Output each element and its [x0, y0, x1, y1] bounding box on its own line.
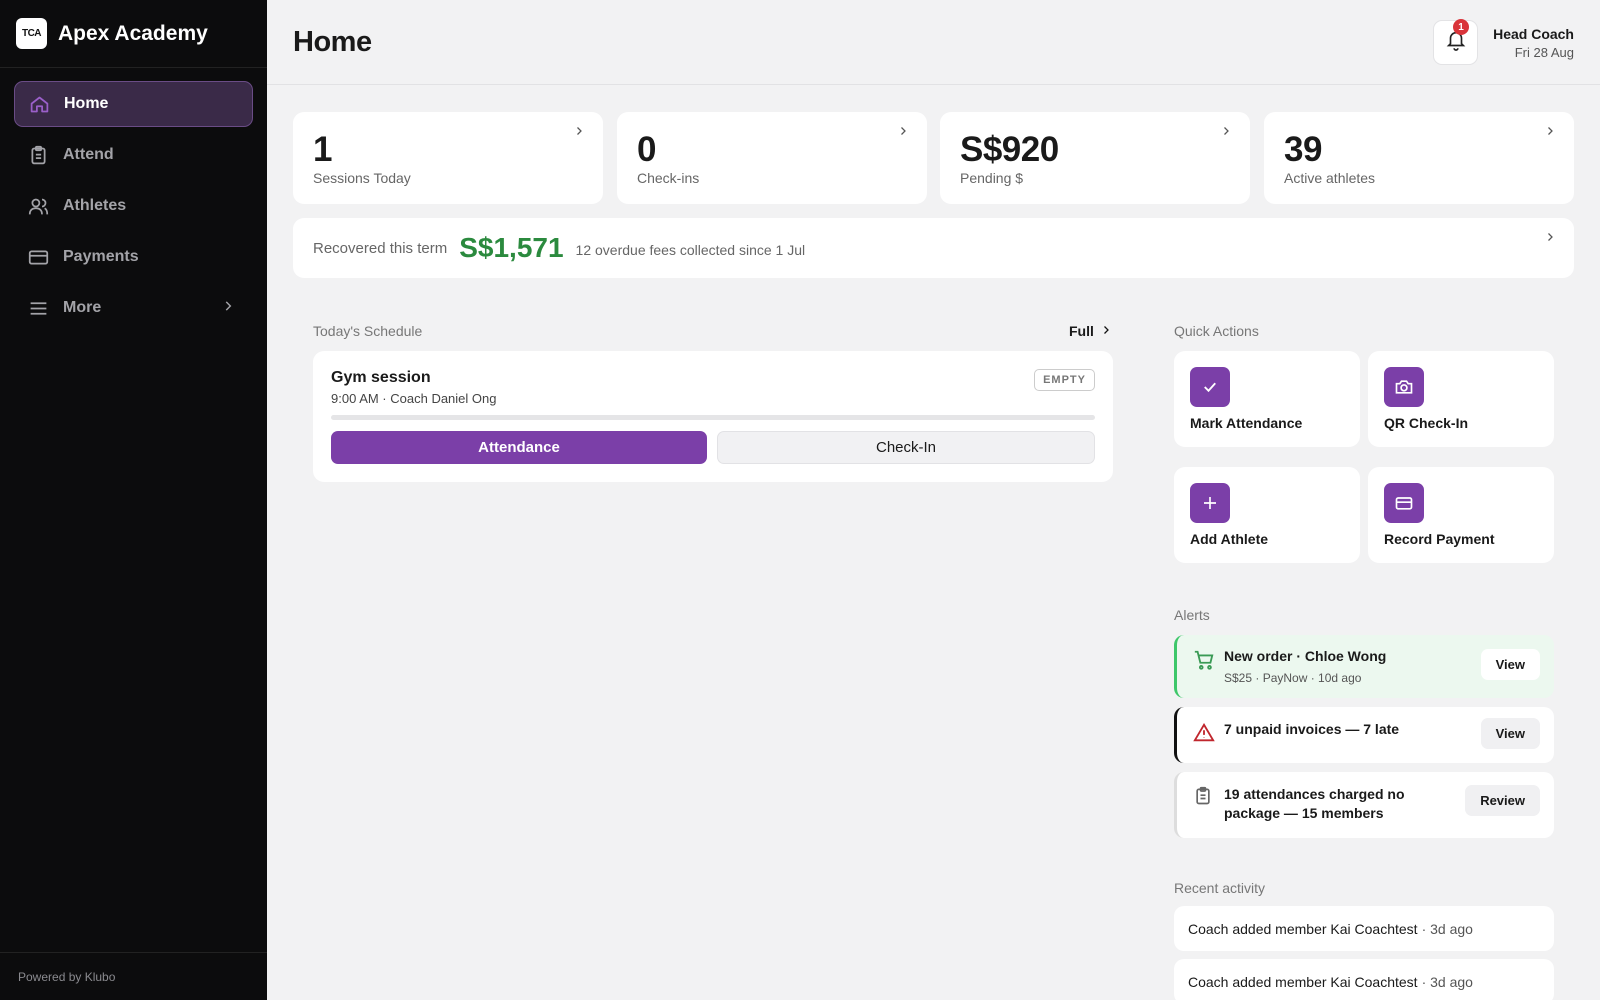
sidebar-item-label: More [63, 299, 102, 316]
chevron-right-icon [1544, 230, 1556, 248]
recovered-amount: S$1,571 [459, 232, 564, 263]
add-athlete-action[interactable]: Add Athlete [1174, 467, 1360, 563]
activity-item: Coach added member Kai Coachtest · 3d ag… [1174, 906, 1554, 951]
powered-by: Powered by Klubo [0, 952, 267, 1000]
alert-unpaid-invoices: 7 unpaid invoices — 7 late View [1174, 707, 1554, 763]
cart-icon [1193, 649, 1215, 676]
chevron-right-icon [573, 124, 585, 142]
attendance-button[interactable]: Attendance [331, 431, 707, 464]
header: Home 1 Head Coach Fri 28 Aug [267, 0, 1600, 85]
sidebar-item-attend[interactable]: Attend [14, 132, 253, 178]
stat-value: 1 [313, 130, 332, 169]
credit-card-icon [27, 246, 49, 268]
action-label: Mark Attendance [1190, 415, 1303, 431]
recovered-label: Recovered this term [313, 239, 448, 257]
activity-time: · 3d ago [1421, 920, 1473, 937]
full-schedule-label: Full [1069, 323, 1094, 339]
stat-label: Sessions Today [313, 170, 411, 186]
alert-title: 7 unpaid invoices — 7 late [1224, 721, 1400, 737]
check-in-button[interactable]: Check-In [717, 431, 1095, 464]
action-label: Add Athlete [1190, 531, 1269, 547]
recovered-description: 12 overdue fees collected since 1 Jul [575, 242, 806, 258]
page-title: Home [293, 26, 372, 58]
sidebar-item-label: Athletes [63, 197, 127, 214]
sidebar-item-payments[interactable]: Payments [14, 234, 253, 280]
view-order-button[interactable]: View [1480, 649, 1540, 680]
users-icon [27, 195, 49, 217]
session-card: Gym session 9:00 AM · Coach Daniel Ong E… [313, 351, 1113, 482]
camera-icon [1384, 367, 1424, 407]
user-info[interactable]: Head Coach Fri 28 Aug [1493, 26, 1574, 60]
brand[interactable]: TCA Apex Academy [0, 0, 267, 68]
sidebar-item-label: Home [64, 95, 109, 112]
session-title: Gym session [331, 369, 431, 386]
warning-icon [1193, 722, 1215, 749]
action-label: QR Check-In [1384, 415, 1469, 431]
schedule-section-title: Today's Schedule [313, 323, 423, 339]
credit-card-icon [1384, 483, 1424, 523]
stat-value: S$920 [960, 130, 1059, 169]
alert-no-package: 19 attendances charged no package — 15 m… [1174, 772, 1554, 838]
qr-check-in-action[interactable]: QR Check-In [1368, 351, 1554, 447]
session-subtitle: 9:00 AM · Coach Daniel Ong [331, 391, 497, 406]
chevron-right-icon [1100, 323, 1112, 339]
stat-label: Check-ins [637, 170, 700, 186]
notifications-button[interactable]: 1 [1433, 19, 1478, 65]
user-name: Head Coach [1493, 26, 1574, 42]
stat-card-checkins[interactable]: 0 Check-ins [617, 112, 927, 204]
recent-activity-title: Recent activity [1174, 880, 1266, 896]
view-invoices-button[interactable]: View [1480, 718, 1540, 749]
activity-text: Coach added member Kai Coachtest [1188, 973, 1418, 990]
sidebar-item-label: Attend [63, 146, 114, 163]
alert-subtitle: S$25 · PayNow · 10d ago [1224, 671, 1362, 685]
stat-card-sessions[interactable]: 1 Sessions Today [293, 112, 603, 204]
sidebar-item-athletes[interactable]: Athletes [14, 183, 253, 229]
recovered-banner[interactable]: Recovered this term S$1,571 12 overdue f… [293, 218, 1574, 278]
sidebar-nav: Home Attend Athletes Payments More [0, 68, 267, 349]
record-payment-action[interactable]: Record Payment [1368, 467, 1554, 563]
alerts-title: Alerts [1174, 607, 1210, 623]
status-badge: EMPTY [1034, 369, 1095, 391]
chevron-right-icon [1544, 124, 1556, 142]
sidebar: TCA Apex Academy Home Attend Athletes Pa… [0, 0, 267, 1000]
activity-item: Coach added member Kai Coachtest · 3d ag… [1174, 959, 1554, 1000]
clipboard-icon [27, 144, 49, 166]
session-progress-bar [331, 415, 1095, 420]
current-date: Fri 28 Aug [1514, 45, 1574, 60]
action-label: Record Payment [1384, 531, 1495, 547]
stat-value: 39 [1284, 130, 1322, 169]
activity-text: Coach added member Kai Coachtest [1188, 920, 1418, 937]
alert-title: 19 attendances charged no package — 15 m… [1224, 786, 1405, 821]
stat-card-pending[interactable]: S$920 Pending $ [940, 112, 1250, 204]
review-button[interactable]: Review [1465, 785, 1540, 816]
stat-card-athletes[interactable]: 39 Active athletes [1264, 112, 1574, 204]
sidebar-item-more[interactable]: More [14, 285, 253, 331]
menu-icon [27, 297, 49, 319]
clipboard-icon [1193, 786, 1213, 811]
alert-new-order: New order · Chloe Wong S$25 · PayNow · 1… [1174, 635, 1554, 698]
stat-label: Pending $ [960, 170, 1024, 186]
sidebar-item-home[interactable]: Home [14, 81, 253, 127]
check-icon [1190, 367, 1230, 407]
chevron-right-icon [897, 124, 909, 142]
home-icon [28, 93, 50, 115]
chevron-right-icon [221, 299, 235, 318]
notification-badge: 1 [1453, 19, 1469, 35]
brand-logo: TCA [16, 18, 47, 49]
activity-time: · 3d ago [1421, 973, 1473, 990]
plus-icon [1190, 483, 1230, 523]
brand-name: Apex Academy [58, 21, 208, 45]
sidebar-item-label: Payments [63, 248, 139, 265]
stat-label: Active athletes [1284, 170, 1376, 186]
alert-title: New order · Chloe Wong [1224, 648, 1387, 664]
full-schedule-link[interactable]: Full [1069, 323, 1112, 339]
chevron-right-icon [1220, 124, 1232, 142]
quick-actions-title: Quick Actions [1174, 323, 1259, 339]
mark-attendance-action[interactable]: Mark Attendance [1174, 351, 1360, 447]
stat-value: 0 [637, 130, 656, 169]
